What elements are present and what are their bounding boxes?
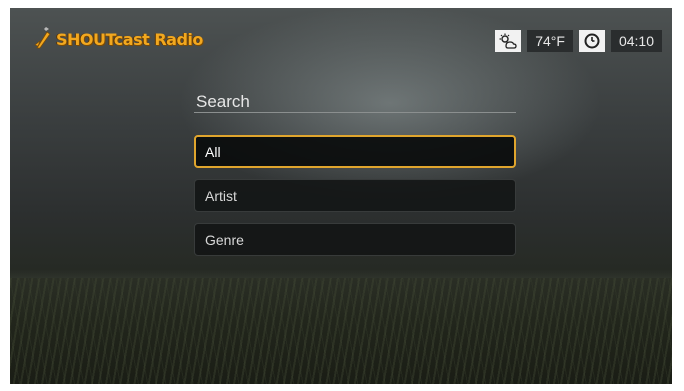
status-bar: 74°F 04:10 [495,30,662,52]
temperature-readout: 74°F [527,30,573,52]
search-option-label: Artist [205,188,237,204]
app-logo: SHOUTcast Radio [34,26,203,52]
tv-screen: SHOUTcast Radio 74°F 04:10 Search All Ar… [10,8,672,384]
shoutcast-logo-icon [34,27,51,49]
weather-icon [495,30,522,52]
search-option-label: All [205,144,221,160]
search-heading: Search [196,92,250,111]
app-title: SHOUTcast Radio [56,29,203,49]
search-option-all[interactable]: All [194,135,516,168]
clock-icon [578,30,605,52]
search-option-label: Genre [205,232,244,248]
search-option-artist[interactable]: Artist [194,179,516,212]
grass-field [10,278,672,384]
clock-readout: 04:10 [610,30,662,52]
search-option-genre[interactable]: Genre [194,223,516,256]
search-heading-divider [194,112,516,113]
